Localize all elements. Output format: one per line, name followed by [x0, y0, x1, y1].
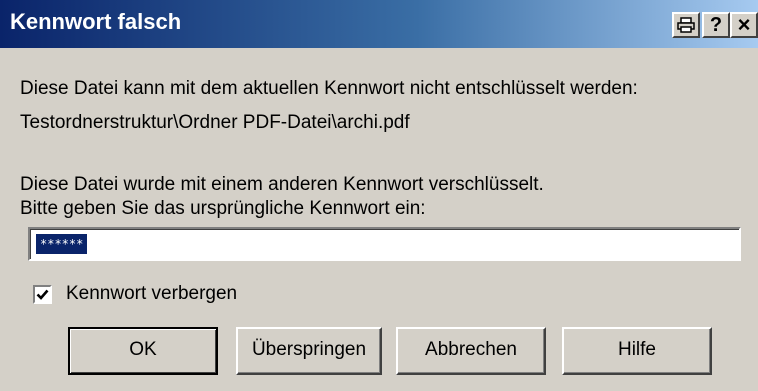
password-value: ****** [36, 234, 88, 254]
printer-icon [677, 16, 695, 33]
help-button[interactable]: Hilfe [562, 327, 712, 375]
message-line-1: Diese Datei kann mit dem aktuellen Kennw… [20, 78, 638, 99]
message-line-3: Diese Datei wurde mit einem anderen Kenn… [20, 174, 544, 195]
hide-password-checkbox[interactable] [33, 285, 52, 304]
password-dialog: Kennwort falsch ? × Diese Datei kann mit… [0, 0, 758, 391]
cancel-button[interactable]: Abbrechen [396, 327, 546, 375]
help-title-button[interactable]: ? [702, 12, 730, 38]
skip-button[interactable]: Überspringen [236, 327, 382, 375]
password-input[interactable]: ****** [28, 227, 741, 261]
print-button[interactable] [672, 12, 700, 38]
dialog-title: Kennwort falsch [10, 9, 182, 34]
close-button[interactable]: × [730, 12, 758, 38]
ok-button[interactable]: OK [68, 327, 218, 375]
checkmark-icon [36, 289, 49, 300]
title-bar[interactable]: Kennwort falsch ? × [0, 0, 758, 48]
file-path: Testordnerstruktur\Ordner PDF-Datei\arch… [20, 112, 410, 133]
message-line-4: Bitte geben Sie das ursprüngliche Kennwo… [20, 198, 426, 219]
hide-password-label[interactable]: Kennwort verbergen [66, 283, 237, 305]
